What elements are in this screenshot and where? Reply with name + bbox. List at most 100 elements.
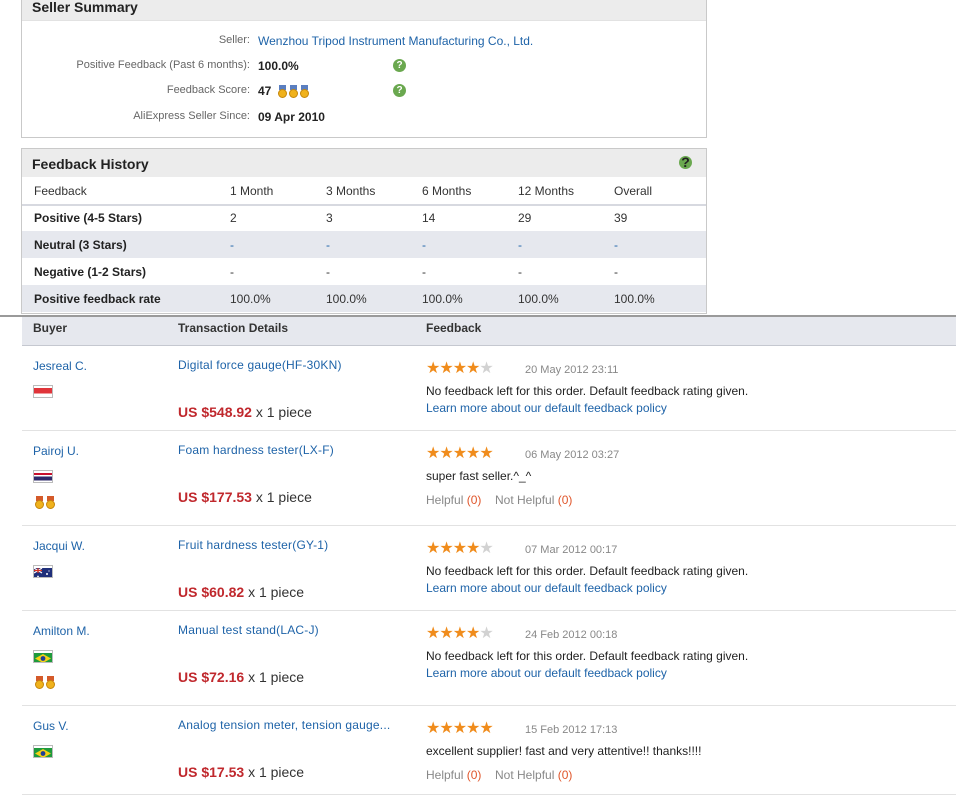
feedback-history-title: Feedback History: [32, 156, 149, 172]
buyer-name-link[interactable]: Jesreal C.: [33, 359, 87, 373]
product-link[interactable]: Digital force gauge(HF-30KN): [178, 358, 342, 372]
star-filled-icon: ★: [466, 445, 480, 462]
row-label: Positive feedback rate: [34, 292, 161, 306]
star-filled-icon: ★: [466, 540, 480, 557]
table-cell: -: [518, 265, 522, 279]
star-filled-icon: ★: [452, 360, 467, 377]
star-filled-icon: ★: [466, 360, 480, 377]
review-row: Jacqui W. Fruit hardness tester(GY-1) US…: [22, 526, 956, 611]
seller-label: Seller:: [218, 34, 250, 46]
star-filled-icon: ★: [479, 445, 493, 462]
row-label: Positive (4-5 Stars): [34, 211, 143, 225]
medal-icon: [35, 496, 44, 510]
brazil-flag-icon: [33, 650, 53, 663]
brazil-flag-icon: [33, 745, 53, 758]
review-comment: No feedback left for this order. Default…: [426, 649, 749, 663]
feedback-history-column-header: Feedback 1 Month 3 Months 6 Months 12 Mo…: [22, 177, 706, 206]
star-filled-icon: ★: [466, 720, 480, 737]
product-link[interactable]: Manual test stand(LAC-J): [178, 623, 319, 637]
column-header: 1 Month: [230, 184, 274, 198]
table-cell: 2: [230, 211, 237, 225]
buyer-name-link[interactable]: Amilton M.: [33, 624, 90, 638]
price-line: US $177.53 x 1 piece: [178, 489, 312, 505]
table-cell: 100.0%: [614, 292, 655, 306]
star-filled-icon: ★: [426, 720, 440, 737]
column-header: Overall: [614, 184, 653, 198]
star-rating: ★★★★★: [426, 445, 494, 462]
table-cell: 14: [422, 211, 436, 225]
table-row-positive-rate: Positive feedback rate 100.0% 100.0% 100…: [22, 285, 706, 312]
star-empty-icon: ★: [479, 625, 493, 642]
product-link[interactable]: Analog tension meter, tension gauge...: [178, 718, 390, 732]
star-rating: ★★★★★: [426, 720, 494, 737]
price-line: US $60.82 x 1 piece: [178, 584, 305, 600]
star-filled-icon: ★: [439, 360, 453, 377]
seller-name-link[interactable]: Wenzhou Tripod Instrument Manufacturing …: [258, 34, 533, 48]
column-header: 12 Months: [518, 184, 575, 198]
star-filled-icon: ★: [426, 360, 440, 377]
seller-summary-header: Seller Summary: [22, 0, 706, 21]
star-filled-icon: ★: [439, 540, 453, 557]
review-date: 24 Feb 2012 00:18: [525, 629, 618, 641]
star-rating: ★★★★★: [426, 540, 494, 557]
buyer-name-link[interactable]: Gus V.: [33, 719, 69, 733]
review-comment: No feedback left for this order. Default…: [426, 564, 749, 578]
buyer-name-link[interactable]: Jacqui W.: [33, 539, 85, 553]
star-filled-icon: ★: [452, 540, 467, 557]
feedback-score-value: 47: [258, 84, 272, 98]
help-icon[interactable]: ?: [393, 84, 406, 97]
feedback-history-header: Feedback History ?: [22, 149, 706, 177]
review-date: 06 May 2012 03:27: [525, 449, 620, 461]
table-cell: -: [518, 238, 522, 252]
star-filled-icon: ★: [452, 720, 467, 737]
table-cell: 100.0%: [230, 292, 271, 306]
review-date: 15 Feb 2012 17:13: [525, 724, 618, 736]
help-icon[interactable]: ?: [679, 155, 692, 169]
learn-more-link[interactable]: Learn more about our default feedback po…: [426, 581, 667, 595]
helpful-button[interactable]: Helpful (0): [426, 768, 481, 782]
table-cell: -: [326, 238, 330, 252]
medal-icon: [289, 85, 298, 99]
positive-feedback-label: Positive Feedback (Past 6 months):: [76, 59, 250, 71]
not-helpful-button[interactable]: Not Helpful (0): [495, 493, 572, 507]
seller-since-value: 09 Apr 2010: [258, 110, 325, 124]
product-link[interactable]: Foam hardness tester(LX-F): [178, 443, 334, 457]
row-label: Negative (1-2 Stars): [34, 265, 147, 279]
star-filled-icon: ★: [452, 625, 467, 642]
table-cell: -: [614, 265, 618, 279]
column-header-feedback: Feedback: [426, 321, 482, 335]
score-medals: [278, 83, 311, 101]
helpful-button[interactable]: Helpful (0): [426, 493, 481, 507]
star-empty-icon: ★: [479, 360, 493, 377]
review-row: Pairoj U. Foam hardness tester(LX-F) US …: [22, 431, 956, 526]
price-line: US $17.53 x 1 piece: [178, 764, 305, 780]
review-row: Gus V. Analog tension meter, tension gau…: [22, 706, 956, 795]
seller-summary-panel: Seller Summary Seller: Wenzhou Tripod In…: [21, 0, 707, 138]
table-cell: 3: [326, 211, 333, 225]
table-cell: -: [614, 238, 618, 252]
row-label: Neutral (3 Stars): [34, 238, 127, 252]
not-helpful-button[interactable]: Not Helpful (0): [495, 768, 572, 782]
help-icon[interactable]: ?: [393, 59, 406, 72]
medal-icon: [35, 676, 44, 690]
table-cell: 100.0%: [518, 292, 559, 306]
star-rating: ★★★★★: [426, 360, 494, 377]
review-date: 20 May 2012 23:11: [525, 364, 619, 376]
medal-icon: [46, 676, 55, 690]
product-link[interactable]: Fruit hardness tester(GY-1): [178, 538, 328, 552]
buyer-name-link[interactable]: Pairoj U.: [33, 444, 79, 458]
learn-more-link[interactable]: Learn more about our default feedback po…: [426, 401, 667, 415]
learn-more-link[interactable]: Learn more about our default feedback po…: [426, 666, 667, 680]
thailand-flag-icon: [33, 470, 53, 483]
table-row-negative: Negative (1-2 Stars) - - - - -: [22, 258, 706, 285]
table-cell: 29: [518, 211, 532, 225]
feedback-history-panel: Feedback History ? Feedback 1 Month 3 Mo…: [21, 148, 707, 314]
table-cell: -: [230, 265, 234, 279]
star-filled-icon: ★: [439, 625, 453, 642]
table-cell: -: [422, 265, 426, 279]
price-line: US $548.92 x 1 piece: [178, 404, 312, 420]
table-row-positive: Positive (4-5 Stars) 2 3 14 29 39: [22, 204, 706, 231]
review-table-header: Buyer Transaction Details Feedback: [22, 317, 956, 346]
table-cell: 100.0%: [422, 292, 463, 306]
review-comment: super fast seller.^_^: [426, 469, 532, 483]
